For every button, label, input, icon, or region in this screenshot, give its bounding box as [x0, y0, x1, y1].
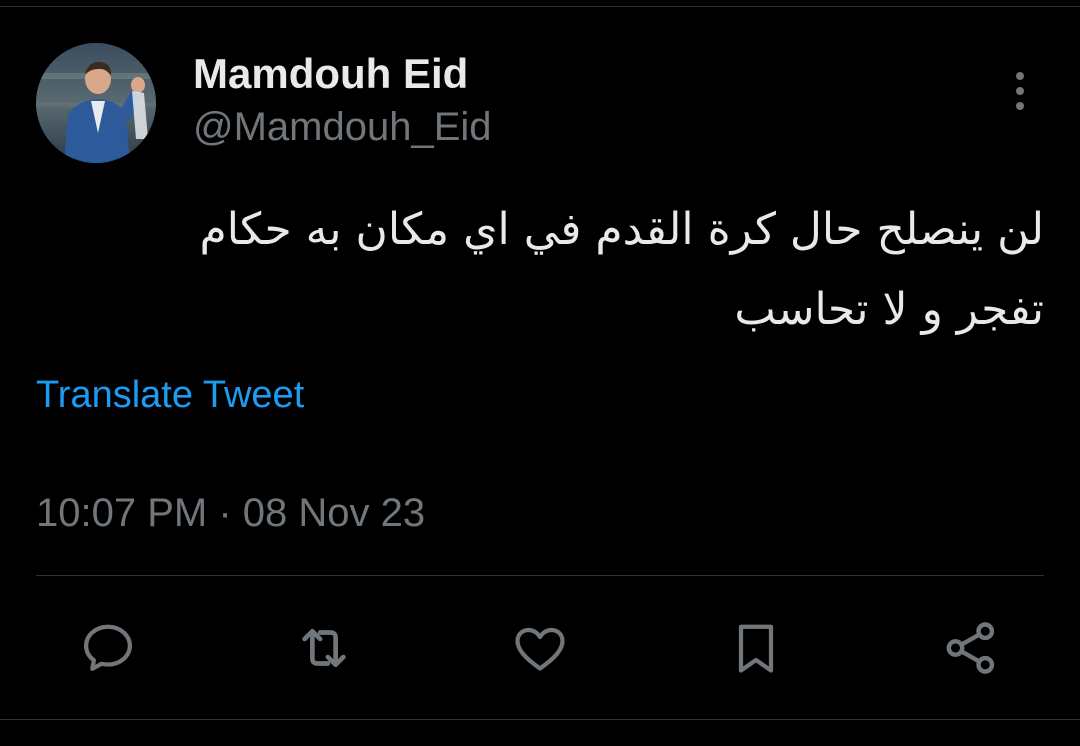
avatar-photo	[36, 43, 156, 163]
reply-button[interactable]	[72, 612, 144, 684]
user-handle[interactable]: @Mamdouh_Eid	[193, 104, 492, 150]
translate-tweet-link[interactable]: Translate Tweet	[36, 373, 304, 417]
tweet-actions-bar	[0, 612, 1080, 684]
share-icon	[946, 622, 995, 674]
bookmark-icon	[738, 624, 774, 673]
more-vertical-icon-dot	[1016, 87, 1024, 95]
divider	[36, 575, 1044, 576]
share-button[interactable]	[935, 612, 1007, 684]
more-vertical-icon-dot	[1016, 102, 1024, 110]
display-name[interactable]: Mamdouh Eid	[193, 50, 468, 98]
tweet-timestamp[interactable]: 10:07 PM · 08 Nov 23	[36, 490, 425, 536]
top-divider	[0, 6, 1080, 7]
avatar[interactable]	[36, 43, 156, 163]
tweet-text-line: لن ينصلح حال كرة القدم في اي مكان به حكا…	[199, 204, 1044, 255]
heart-icon	[515, 627, 565, 671]
bottom-divider	[0, 719, 1080, 720]
reply-icon	[84, 624, 132, 671]
bookmark-button[interactable]	[720, 612, 792, 684]
tweet-text: لن ينصلح حال كرة القدم في اي مكان به حكا…	[104, 190, 1044, 350]
retweet-icon	[302, 628, 346, 668]
more-options-button[interactable]	[1000, 66, 1040, 116]
like-button[interactable]	[504, 612, 576, 684]
more-vertical-icon	[1016, 72, 1024, 80]
retweet-button[interactable]	[288, 612, 360, 684]
tweet-text-line: تفجر و لا تحاسب	[734, 284, 1044, 335]
